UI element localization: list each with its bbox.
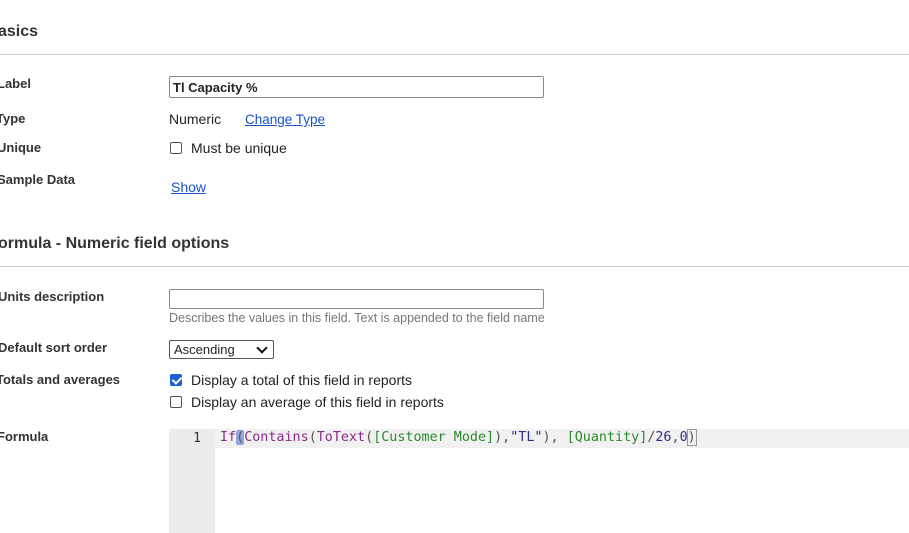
must-be-unique-row[interactable]: Must be unique — [170, 140, 287, 156]
code-token: 0 — [679, 430, 688, 445]
code-token: Contains — [244, 430, 309, 445]
display-total-row[interactable]: Display a total of this field in reports — [170, 372, 412, 388]
default-sort-order-select[interactable]: Ascending — [169, 340, 274, 359]
units-description-label: Units description — [0, 289, 105, 304]
code-token: ( — [236, 430, 245, 445]
must-be-unique-label: Must be unique — [191, 140, 287, 156]
formula-section-title: ormula - Numeric field options — [0, 235, 230, 252]
code-token: ( — [308, 430, 317, 445]
default-sort-order-value: Ascending — [174, 342, 235, 357]
label-field-label: Label — [0, 76, 31, 91]
basics-section-title: asics — [0, 23, 39, 40]
display-average-row[interactable]: Display an average of this field in repo… — [170, 394, 444, 410]
units-description-input[interactable] — [169, 289, 544, 309]
code-token: , — [671, 430, 680, 445]
formula-editor[interactable]: 1 If(Contains(ToText([Customer Mode]),"T… — [169, 429, 909, 533]
formula-code-line[interactable]: If(Contains(ToText([Customer Mode]),"TL"… — [220, 429, 697, 446]
line-number: 1 — [193, 431, 201, 446]
sample-data-show-link[interactable]: Show — [171, 179, 206, 195]
sample-data-field-label: Sample Data — [0, 172, 76, 187]
code-token: ToText — [316, 430, 366, 445]
default-sort-order-label: Default sort order — [0, 340, 108, 355]
type-value: Numeric — [169, 111, 222, 127]
code-token: ( — [365, 430, 374, 445]
type-field-label: Type — [0, 111, 26, 126]
change-type-link[interactable]: Change Type — [245, 112, 325, 127]
code-token: [Customer Mode] — [373, 430, 495, 445]
display-total-checkbox[interactable] — [170, 374, 182, 386]
code-token: ), — [494, 430, 511, 445]
unique-field-label: Unique — [0, 140, 42, 155]
code-token: ), — [542, 430, 567, 445]
code-token: "TL" — [510, 430, 543, 445]
formula-label: Formula — [0, 429, 49, 444]
display-average-label: Display an average of this field in repo… — [191, 394, 444, 410]
label-input[interactable] — [169, 76, 544, 98]
totals-and-averages-label: Totals and averages — [0, 372, 121, 387]
display-average-checkbox[interactable] — [170, 396, 182, 408]
chevron-down-icon — [256, 341, 268, 354]
code-token: If — [220, 430, 237, 445]
must-be-unique-checkbox[interactable] — [170, 142, 182, 154]
formula-divider — [0, 266, 909, 267]
display-total-label: Display a total of this field in reports — [191, 372, 412, 388]
code-token: ) — [686, 429, 697, 446]
code-token: [Quantity] — [566, 430, 648, 445]
basics-divider — [0, 54, 909, 55]
units-description-hint: Describes the values in this field. Text… — [169, 311, 545, 325]
editor-gutter: 1 — [169, 429, 215, 533]
code-token: 26 — [655, 430, 672, 445]
